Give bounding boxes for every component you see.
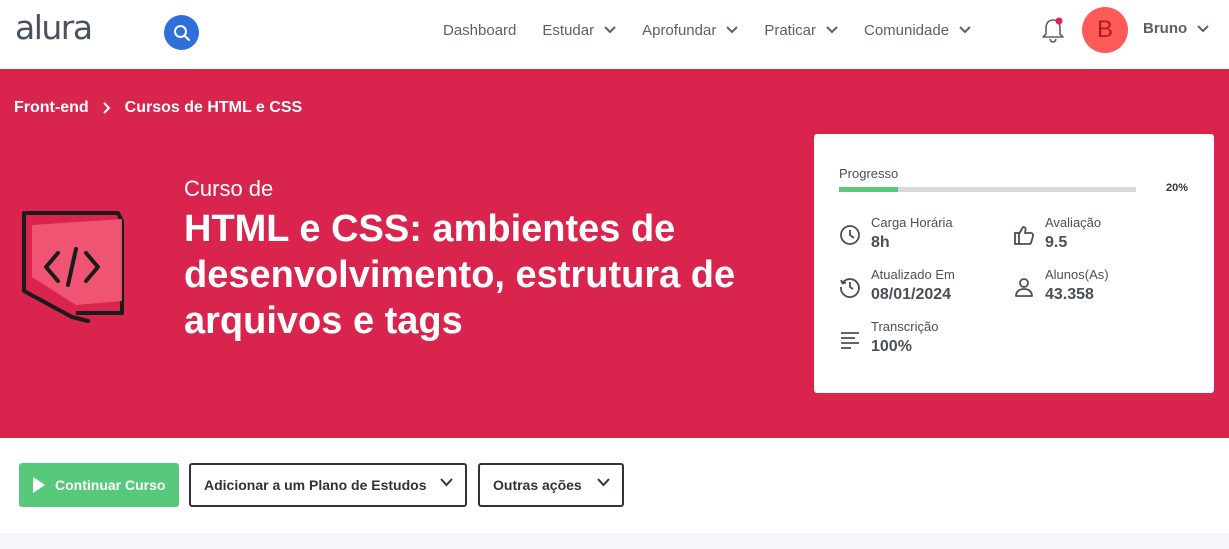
alura-logo[interactable]: alura <box>15 8 93 47</box>
nav-comunidade[interactable]: Comunidade <box>864 22 971 39</box>
top-navbar: alura Dashboard Estudar Aprofundar Prati… <box>0 0 1229 69</box>
progress-percent: 20% <box>1166 182 1189 194</box>
code-icon <box>22 211 124 323</box>
transcript-label: Transcrição <box>871 319 939 334</box>
rating-value: 9.5 <box>1045 234 1068 251</box>
clock-icon <box>840 225 860 245</box>
main-nav: Dashboard Estudar Aprofundar Praticar Co… <box>443 0 997 60</box>
stat-transcript: Transcrição 100% <box>839 319 938 357</box>
play-icon <box>33 477 45 493</box>
rating-label: Avaliação <box>1045 215 1102 230</box>
workload-value: 8h <box>871 234 890 251</box>
transcript-value: 100% <box>871 338 912 355</box>
course-actions: Continuar Curso Adicionar a um Plano de … <box>0 438 1229 533</box>
chevron-down-icon <box>826 26 838 34</box>
user-menu[interactable]: Bruno <box>1143 20 1209 37</box>
course-pretitle: Curso de <box>184 176 274 201</box>
workload-label: Carga Horária <box>871 215 953 230</box>
nav-dashboard[interactable]: Dashboard <box>443 22 516 39</box>
history-icon <box>840 278 860 298</box>
nav-comunidade-label: Comunidade <box>864 21 950 39</box>
stat-updated: Atualizado Em 08/01/2024 <box>839 267 955 305</box>
nav-aprofundar[interactable]: Aprofundar <box>642 21 739 39</box>
search-icon <box>173 24 190 41</box>
search-button[interactable] <box>164 15 199 50</box>
other-actions-button[interactable]: Outras ações <box>478 463 624 507</box>
chevron-down-icon <box>604 26 616 34</box>
chevron-down-icon <box>440 478 453 487</box>
students-value: 43.358 <box>1045 286 1094 303</box>
chevron-down-icon <box>1197 24 1209 33</box>
course-title: HTML e CSS: ambientes de desenvolvimento… <box>184 208 736 342</box>
add-to-study-plan-label: Adicionar a um Plano de Estudos <box>204 477 427 493</box>
bell-icon <box>1042 17 1064 43</box>
text-lines-icon <box>841 332 859 349</box>
progress-label: Progresso <box>839 166 899 181</box>
person-icon <box>1015 278 1033 297</box>
chevron-down-icon <box>959 26 971 34</box>
nav-estudar[interactable]: Estudar <box>542 22 616 39</box>
breadcrumb: Front-end Cursos de HTML e CSS <box>14 99 302 117</box>
user-name: Bruno <box>1143 20 1188 37</box>
progress-bar-fill <box>839 187 899 192</box>
chevron-down-icon <box>597 478 610 487</box>
other-actions-label: Outras ações <box>493 477 582 493</box>
course-hero: Front-end Cursos de HTML e CSS Curso de … <box>0 69 1229 438</box>
course-stats-card: Progresso 20% Carga Horária 8h Avaliação… <box>814 134 1214 393</box>
updated-value: 08/01/2024 <box>871 286 952 303</box>
thumbs-up-icon <box>1014 226 1035 245</box>
breadcrumb-item-html-css[interactable]: Cursos de HTML e CSS <box>125 99 303 117</box>
chevron-right-icon <box>102 102 111 114</box>
nav-estudar-label: Estudar <box>542 21 595 39</box>
avatar[interactable]: B <box>1082 7 1128 53</box>
add-to-study-plan-button[interactable]: Adicionar a um Plano de Estudos <box>189 463 467 507</box>
nav-dashboard-label: Dashboard <box>443 21 517 39</box>
stat-workload: Carga Horária 8h <box>839 215 953 253</box>
nav-praticar[interactable]: Praticar <box>764 22 838 39</box>
breadcrumb-item-front-end[interactable]: Front-end <box>14 99 89 117</box>
notifications-button[interactable] <box>1040 16 1066 44</box>
chevron-down-icon <box>726 26 739 34</box>
stat-rating: Avaliação 9.5 <box>1013 215 1101 253</box>
continue-course-button[interactable]: Continuar Curso <box>19 463 179 507</box>
updated-label: Atualizado Em <box>871 267 955 282</box>
progress-bar <box>839 187 1136 192</box>
students-label: Alunos(As) <box>1045 267 1109 282</box>
nav-praticar-label: Praticar <box>764 21 816 39</box>
stat-students: Alunos(As) 43.358 <box>1013 267 1109 305</box>
nav-aprofundar-label: Aprofundar <box>642 21 717 39</box>
continue-course-label: Continuar Curso <box>55 477 166 493</box>
